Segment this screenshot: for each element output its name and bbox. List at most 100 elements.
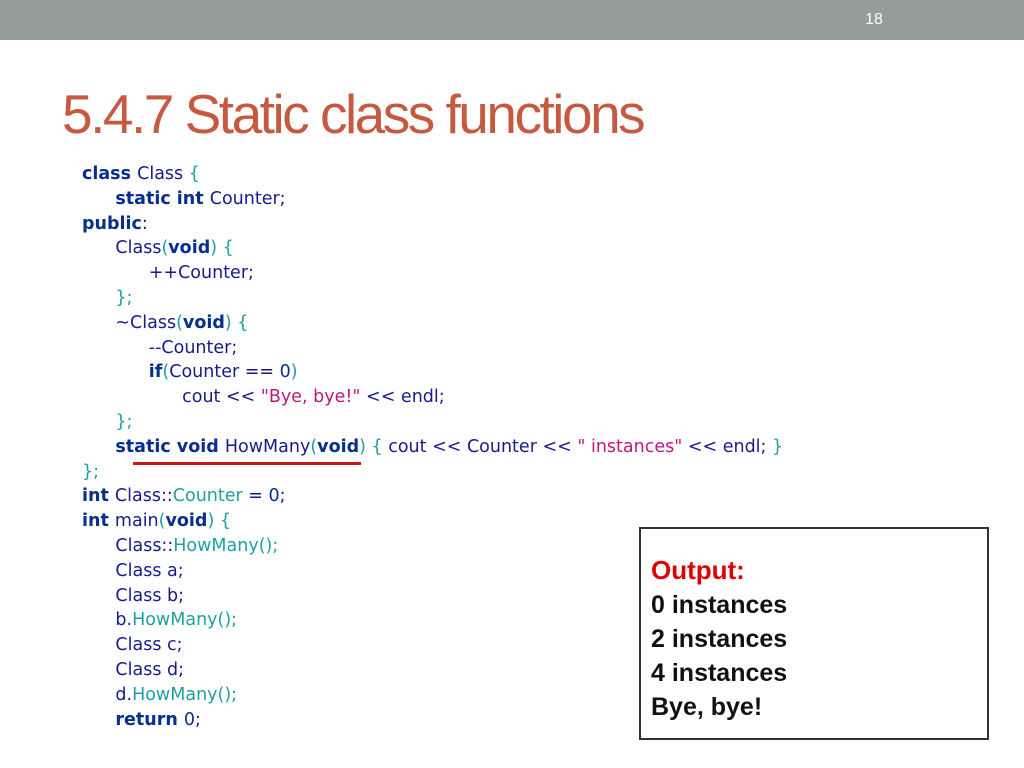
code-token: ~Class	[115, 312, 177, 333]
code-line: int Class::Counter = 0;	[82, 484, 783, 509]
code-line: ~Class(void) {	[82, 311, 783, 336]
output-line: 4 instances	[651, 659, 788, 687]
code-token: HowMany	[224, 436, 311, 457]
code-token: void	[317, 436, 360, 457]
code-token: Class::	[115, 535, 174, 556]
slide-title: 5.4.7 Static class functions	[62, 83, 646, 145]
output-line: 0 instances	[651, 591, 788, 619]
code-token: public	[82, 213, 142, 234]
code-token: static int	[115, 188, 210, 209]
output-line: Bye, bye!	[651, 693, 763, 721]
code-token: };	[115, 411, 133, 432]
code-token: ) {	[207, 511, 231, 532]
code-token: void	[165, 511, 208, 532]
code-line: --Counter;	[82, 336, 783, 361]
code-line: Class(void) {	[82, 236, 783, 261]
code-line: };	[82, 410, 783, 435]
code-token: cout <<	[182, 387, 261, 408]
howmany-underline	[133, 462, 361, 465]
code-token: ();	[258, 535, 279, 556]
code-token: }	[772, 436, 784, 457]
output-line: 2 instances	[651, 625, 788, 653]
code-token: --Counter;	[148, 337, 238, 358]
code-token: void	[182, 312, 225, 333]
code-token: Class	[115, 238, 162, 259]
code-token: HowMany	[132, 610, 218, 631]
code-token: << endl;	[682, 436, 773, 457]
code-token: cout << Counter <<	[388, 436, 578, 457]
code-line: ++Counter;	[82, 261, 783, 286]
code-line: };	[82, 286, 783, 311]
code-token: (	[176, 312, 183, 333]
code-token: void	[168, 238, 211, 259]
code-token: ++Counter;	[148, 263, 254, 284]
top-bar: 18	[0, 0, 1024, 40]
code-token: ();	[217, 684, 238, 705]
code-token: << endl;	[360, 387, 445, 408]
code-token: ) {	[210, 238, 234, 259]
output-title: Output:	[651, 555, 745, 585]
code-line: if(Counter == 0)	[82, 360, 783, 385]
code-token: 0	[183, 709, 196, 730]
code-token: int	[82, 511, 115, 532]
output-box: Output: 0 instances 2 instances 4 instan…	[639, 527, 989, 740]
code-token: ;	[195, 709, 201, 730]
code-token: HowMany	[132, 684, 218, 705]
code-token: b.	[115, 610, 133, 631]
code-token: d.	[115, 684, 133, 705]
code-token: ;	[279, 486, 286, 507]
code-token: static void	[115, 436, 225, 457]
code-token: class	[82, 164, 138, 184]
code-token: Class::	[114, 486, 173, 507]
code-token: Counter ==	[169, 362, 280, 383]
code-token: Counter;	[209, 188, 286, 209]
code-token: ) {	[224, 312, 249, 333]
code-token: =	[242, 486, 269, 507]
code-token: Class	[137, 164, 189, 184]
code-line: cout << "Bye, bye!" << endl;	[82, 385, 783, 410]
code-token: Class b;	[115, 585, 184, 606]
code-token: 0	[279, 362, 291, 383]
code-token: Class c;	[115, 635, 183, 656]
code-line: public:	[82, 212, 783, 237]
code-token: Counter	[172, 486, 243, 507]
code-token: Class a;	[115, 560, 184, 581]
code-token: ) {	[359, 436, 389, 457]
code-token: main	[114, 511, 159, 532]
code-token: :	[141, 213, 148, 234]
code-token: " instances"	[577, 436, 683, 457]
code-token: };	[115, 287, 133, 308]
code-token: {	[188, 164, 200, 184]
code-token: };	[82, 461, 100, 482]
slide-number: 18	[865, 11, 883, 28]
code-token: "Bye, bye!"	[260, 387, 361, 408]
output-lines: 0 instances 2 instances 4 instances Bye,…	[651, 588, 787, 724]
code-token: ();	[217, 610, 238, 631]
code-line: static int Counter;	[82, 187, 783, 212]
code-token: int	[82, 486, 115, 507]
code-token: if	[148, 362, 163, 383]
code-token: HowMany	[173, 535, 259, 556]
code-token: 0	[268, 486, 280, 507]
code-token: Class d;	[115, 659, 184, 680]
code-token: )	[290, 362, 298, 383]
code-line: static void HowMany(void) { cout << Coun…	[82, 435, 783, 460]
code-token: return	[115, 709, 184, 730]
